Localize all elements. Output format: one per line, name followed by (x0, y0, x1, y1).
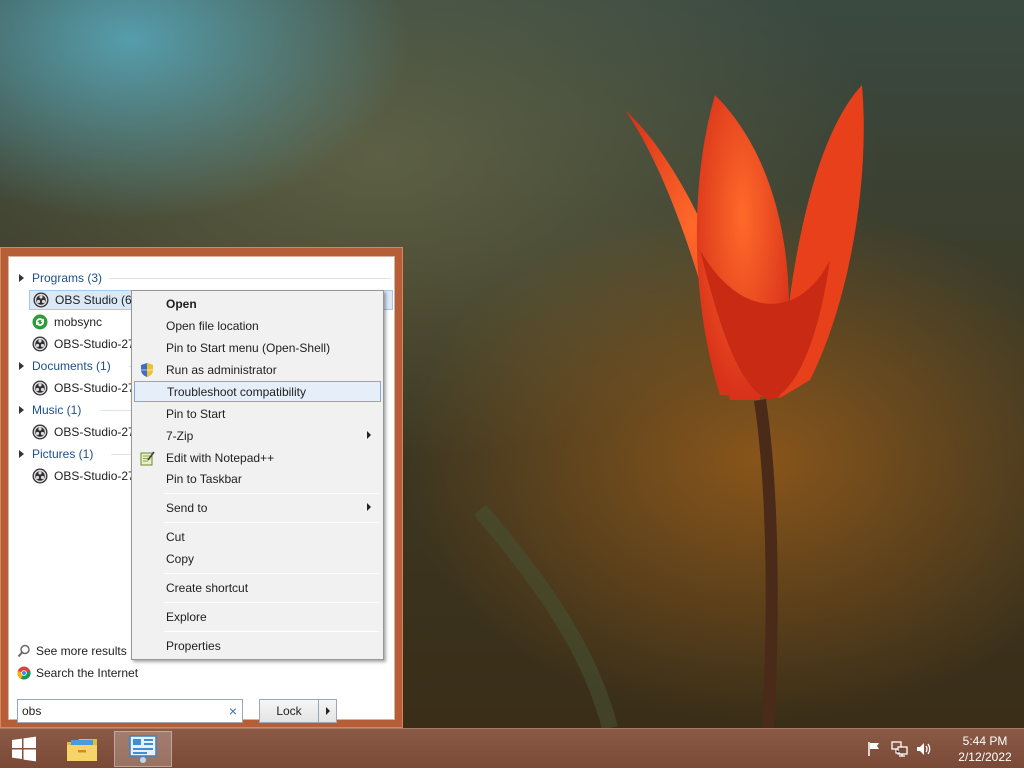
search-input[interactable] (18, 701, 224, 721)
menu-separator (164, 522, 379, 523)
menu-separator (164, 602, 379, 603)
obs-icon (32, 380, 48, 396)
menu-send-to[interactable]: Send to (134, 497, 381, 518)
menu-pin-to-start[interactable]: Pin to Start (134, 403, 381, 424)
submenu-arrow-icon (367, 503, 371, 511)
start-button[interactable] (0, 731, 48, 767)
shield-icon (141, 363, 153, 377)
result-label: mobsync (54, 315, 103, 329)
group-documents[interactable]: Documents (1) (19, 356, 139, 376)
expand-triangle-icon (19, 406, 24, 414)
taskbar: 5:44 PM 2/12/2022 (0, 728, 1024, 768)
menu-label: Open file location (166, 318, 259, 333)
menu-properties[interactable]: Properties (134, 635, 381, 656)
see-more-label: See more results (36, 644, 127, 658)
search-internet-link[interactable]: Search the Internet (17, 663, 138, 683)
menu-label: Copy (166, 551, 195, 566)
file-explorer-taskbar-button[interactable] (58, 731, 106, 767)
group-pictures[interactable]: Pictures (1) (19, 444, 139, 464)
menu-label: Properties (166, 638, 221, 653)
menu-label: Pin to Start menu (Open-Shell) (166, 340, 331, 355)
menu-create-shortcut[interactable]: Create shortcut (134, 577, 381, 598)
obs-icon (32, 424, 48, 440)
menu-edit-with-notepad-plus-plus[interactable]: Edit with Notepad++ (134, 447, 381, 468)
menu-7-zip[interactable]: 7-Zip (134, 425, 381, 446)
taskbar-clock[interactable]: 5:44 PM 2/12/2022 (946, 733, 1024, 765)
obs-icon (33, 292, 49, 308)
obs-icon (32, 468, 48, 484)
flag-icon (868, 742, 879, 756)
menu-separator (164, 493, 379, 494)
group-divider (109, 278, 391, 279)
chrome-icon (17, 666, 31, 680)
control-panel-icon (129, 735, 157, 763)
search-internet-label: Search the Internet (36, 666, 139, 680)
search-box[interactable]: × (17, 699, 243, 723)
group-music[interactable]: Music (1) (19, 400, 139, 420)
system-tray: 5:44 PM 2/12/2022 (863, 729, 1024, 769)
clock-date: 2/12/2022 (958, 750, 1012, 764)
menu-label: Pin to Start (166, 406, 226, 421)
menu-explore[interactable]: Explore (134, 606, 381, 627)
menu-label: Send to (166, 500, 208, 515)
group-label: Documents (1) (32, 359, 111, 373)
expand-triangle-icon (19, 450, 24, 458)
group-label: Programs (3) (32, 271, 103, 285)
menu-label: Create shortcut (166, 580, 249, 595)
sync-center-icon (32, 314, 48, 330)
menu-label: Pin to Taskbar (166, 471, 242, 486)
expand-triangle-icon (19, 274, 24, 282)
group-label: Pictures (1) (32, 447, 94, 461)
file-explorer-icon (67, 739, 97, 761)
search-icon (17, 644, 30, 658)
result-label: OBS-Studio-27. (54, 381, 139, 395)
volume-button[interactable] (913, 738, 935, 760)
menu-cut[interactable]: Cut (134, 526, 381, 547)
submenu-arrow-icon (367, 431, 371, 439)
action-center-button[interactable] (863, 738, 885, 760)
menu-label: Open (166, 296, 197, 311)
context-menu: Open Open file location Pin to Start men… (131, 290, 384, 660)
menu-label: Cut (166, 529, 185, 544)
menu-run-as-administrator[interactable]: Run as administrator (134, 359, 381, 380)
menu-label: Edit with Notepad++ (166, 450, 275, 465)
obs-icon (32, 336, 48, 352)
menu-open-file-location[interactable]: Open file location (134, 315, 381, 336)
start-icon (12, 736, 36, 762)
menu-pin-to-taskbar[interactable]: Pin to Taskbar (134, 468, 381, 489)
see-more-results-link[interactable]: See more results (17, 641, 127, 661)
menu-copy[interactable]: Copy (134, 548, 381, 569)
speaker-icon (917, 743, 931, 755)
clock-time: 5:44 PM (962, 734, 1008, 748)
result-label: OBS-Studio-27. (54, 425, 139, 439)
group-label: Music (1) (32, 403, 82, 417)
menu-label: Troubleshoot compatibility (167, 384, 306, 399)
power-options-arrow-button[interactable] (318, 699, 337, 723)
chevron-right-icon (325, 707, 330, 715)
menu-pin-to-start-menu-open-shell[interactable]: Pin to Start menu (Open-Shell) (134, 337, 381, 358)
expand-triangle-icon (19, 362, 24, 370)
notepad-icon (140, 451, 155, 466)
menu-separator (164, 573, 379, 574)
result-label: OBS-Studio-27. (54, 337, 139, 351)
clear-search-icon[interactable]: × (224, 703, 242, 719)
menu-label: 7-Zip (166, 428, 194, 443)
menu-troubleshoot-compatibility[interactable]: Troubleshoot compatibility (134, 381, 381, 402)
network-button[interactable] (888, 738, 910, 760)
menu-open[interactable]: Open (134, 293, 381, 314)
network-icon (891, 741, 908, 757)
menu-separator (164, 631, 379, 632)
menu-label: Explore (166, 609, 207, 624)
result-label: OBS-Studio-27. (54, 469, 139, 483)
group-programs[interactable]: Programs (3) (19, 268, 391, 288)
control-panel-taskbar-button[interactable] (114, 731, 172, 767)
lock-button[interactable]: Lock (259, 699, 319, 723)
menu-label: Run as administrator (166, 362, 277, 377)
